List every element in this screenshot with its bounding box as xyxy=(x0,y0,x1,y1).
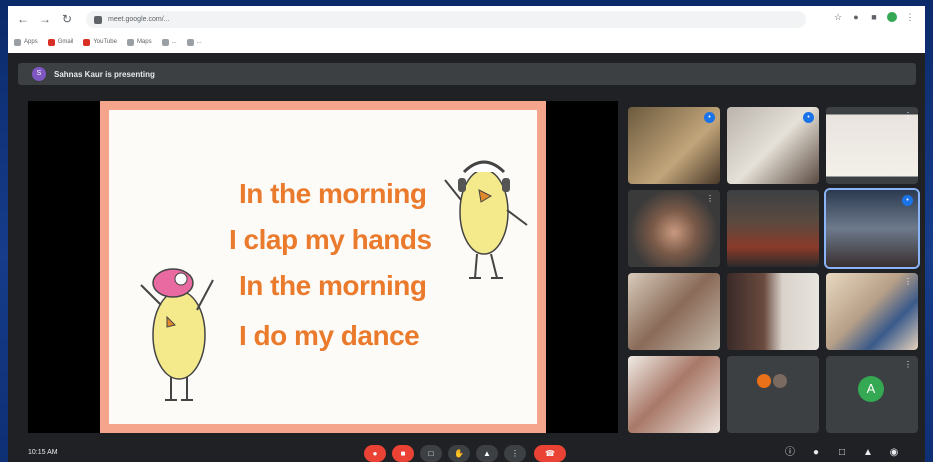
participant-video xyxy=(628,356,720,433)
lock-icon xyxy=(94,15,102,24)
present-button[interactable]: ▲ xyxy=(476,445,498,462)
forward-icon[interactable]: → xyxy=(38,12,52,26)
presenting-banner: S Sahnas Kaur is presenting xyxy=(18,63,916,85)
speaking-indicator-icon: • xyxy=(803,112,814,123)
bookmark-star-icon[interactable]: ☆ xyxy=(833,12,843,22)
slide-content: In the morning I clap my hands In the mo… xyxy=(109,110,537,424)
maps-icon xyxy=(126,38,134,46)
extension-icon[interactable]: ● xyxy=(851,12,861,22)
participant-video xyxy=(727,273,819,350)
more-options-button[interactable]: ⋮ xyxy=(504,445,526,462)
participant-tile[interactable]: ⋮ xyxy=(826,273,918,350)
chick-illustration-left xyxy=(140,268,214,401)
reload-icon[interactable]: ↻ xyxy=(60,12,74,26)
speaking-indicator-icon: • xyxy=(704,112,715,123)
host-controls-icon[interactable]: ◉ xyxy=(888,447,900,459)
participant-avatars xyxy=(757,374,787,388)
participant-video xyxy=(727,190,819,267)
participant-tile[interactable]: • xyxy=(824,188,920,269)
control-bar: 10:15 AM ● ■ □ ✋ ▲ ⋮ ☎ ⓘ ● □ ▲ ◉ xyxy=(8,445,925,462)
bookmark-item[interactable]: Maps xyxy=(126,38,152,46)
presenting-text: Sahnas Kaur is presenting xyxy=(54,69,155,79)
slide-line-1: In the morning xyxy=(239,178,427,209)
raise-hand-button[interactable]: ✋ xyxy=(448,445,470,462)
participant-video xyxy=(628,273,720,350)
participant-tile[interactable]: A ⋮ xyxy=(826,356,918,433)
apps-icon xyxy=(14,38,21,46)
avatar xyxy=(773,374,787,388)
puzzle-icon[interactable]: ■ xyxy=(869,12,879,22)
presentation-slide: In the morning I clap my hands In the mo… xyxy=(100,101,546,433)
avatar xyxy=(757,374,771,388)
avatar: A xyxy=(858,376,884,402)
bookmark-item[interactable]: ... xyxy=(186,38,202,46)
youtube-icon xyxy=(83,38,91,46)
slide-line-2: I clap my hands xyxy=(229,224,432,255)
shared-screen: In the morning I clap my hands In the mo… xyxy=(28,101,618,433)
chick-illustration-right xyxy=(444,160,528,279)
participant-tile[interactable] xyxy=(727,190,819,267)
profile-avatar[interactable] xyxy=(887,12,897,22)
more-options-icon[interactable]: ⋮ xyxy=(904,277,912,286)
bookmark-item[interactable]: Gmail xyxy=(47,38,73,46)
info-icon[interactable]: ⓘ xyxy=(784,447,796,459)
people-icon[interactable]: ● xyxy=(810,447,822,459)
bookmark-icon xyxy=(161,38,169,46)
address-bar[interactable]: meet.google.com/... xyxy=(86,11,806,28)
gmail-icon xyxy=(47,38,55,46)
menu-dots-icon[interactable]: ⋮ xyxy=(905,12,915,22)
slide-line-3: In the morning xyxy=(239,270,427,301)
participant-tile[interactable] xyxy=(727,273,819,350)
chat-icon[interactable]: □ xyxy=(836,447,848,459)
participant-tile[interactable]: • xyxy=(727,107,819,184)
participant-tile[interactable]: ⋮ xyxy=(628,190,720,267)
more-options-icon[interactable]: ⋮ xyxy=(706,194,714,203)
participant-tile[interactable]: • xyxy=(628,107,720,184)
camera-off-button[interactable]: ■ xyxy=(392,445,414,462)
participant-tile[interactable] xyxy=(727,356,819,433)
browser-window: ← → ↻ meet.google.com/... ☆ ● ■ ⋮ Apps G… xyxy=(8,6,925,462)
bookmarks-bar: Apps Gmail YouTube Maps ... ... xyxy=(14,35,202,49)
captions-button[interactable]: □ xyxy=(420,445,442,462)
participant-tile[interactable] xyxy=(628,273,720,350)
speaking-indicator-icon: • xyxy=(902,195,913,206)
participant-tile[interactable]: ⋮ xyxy=(826,107,918,184)
presenter-avatar: S xyxy=(32,67,46,81)
bookmark-item[interactable]: Apps xyxy=(14,38,38,46)
more-options-icon[interactable]: ⋮ xyxy=(904,111,912,120)
microphone-off-button[interactable]: ● xyxy=(364,445,386,462)
meet-app: S Sahnas Kaur is presenting In the morni… xyxy=(8,53,925,462)
browser-chrome: ← → ↻ meet.google.com/... ☆ ● ■ ⋮ Apps G… xyxy=(8,6,925,53)
more-options-icon[interactable]: ⋮ xyxy=(904,360,912,369)
participant-tile[interactable] xyxy=(628,356,720,433)
meeting-time: 10:15 AM xyxy=(28,449,58,456)
activities-icon[interactable]: ▲ xyxy=(862,447,874,459)
end-call-button[interactable]: ☎ xyxy=(534,445,566,462)
bookmark-icon xyxy=(186,38,194,46)
bookmark-item[interactable]: YouTube xyxy=(83,38,117,46)
back-icon[interactable]: ← xyxy=(16,12,30,26)
address-text: meet.google.com/... xyxy=(108,16,170,23)
slide-line-4: I do my dance xyxy=(239,320,420,351)
bookmark-item[interactable]: ... xyxy=(161,38,177,46)
